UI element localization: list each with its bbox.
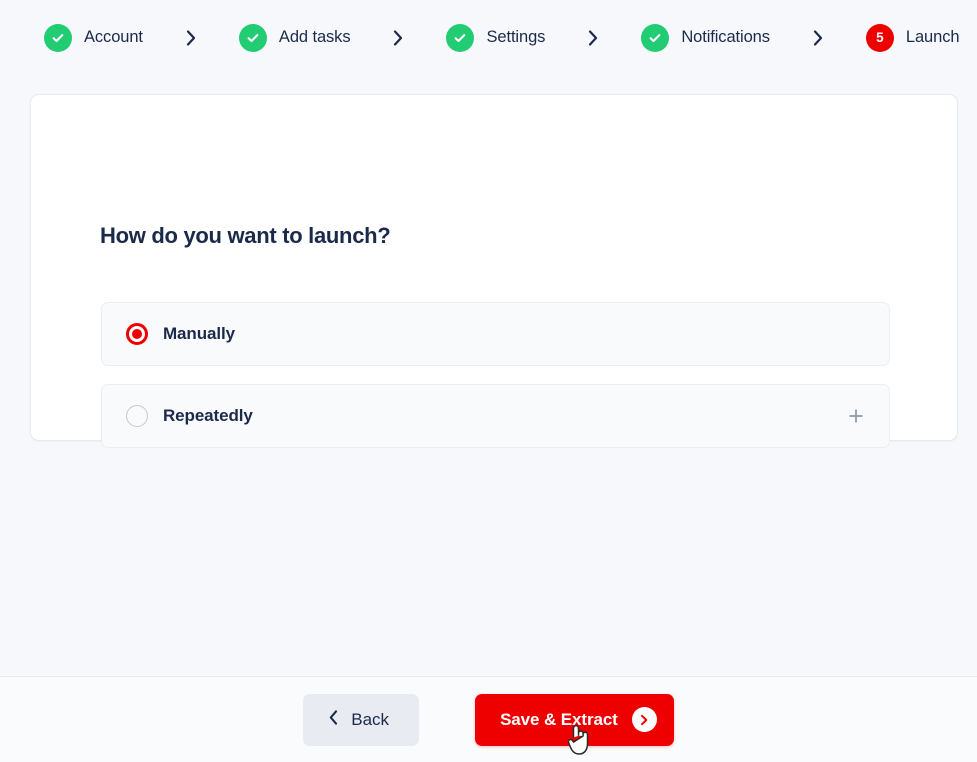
back-button-label: Back: [351, 709, 390, 729]
chevron-right-icon: [770, 29, 866, 46]
step-notifications[interactable]: Notifications: [641, 23, 770, 52]
step-settings[interactable]: Settings: [446, 23, 546, 52]
check-icon: [44, 23, 72, 52]
option-manually[interactable]: Manually: [101, 302, 890, 366]
check-icon: [238, 23, 267, 52]
step-label: Launch: [905, 28, 960, 46]
page-title: How do you want to launch?: [100, 223, 391, 248]
launch-mode-radio-group: Manually Repeatedly: [101, 302, 890, 448]
chevron-left-icon: [329, 709, 338, 730]
save-and-extract-label: Save & Extract: [500, 709, 618, 729]
step-label: Notifications: [681, 28, 770, 46]
plus-icon[interactable]: [845, 405, 867, 427]
option-label: Manually: [163, 324, 235, 343]
wizard-footer: Back Save & Extract: [0, 676, 977, 762]
main-content-area: How do you want to launch? Manually Repe…: [0, 75, 977, 675]
chevron-right-icon: [143, 29, 239, 46]
onboarding-stepper: Account Add tasks Settings Notifications…: [0, 0, 977, 75]
step-label: Settings: [486, 28, 546, 46]
step-label: Account: [84, 28, 143, 46]
radio-repeatedly[interactable]: [126, 405, 148, 427]
save-and-extract-button[interactable]: Save & Extract: [475, 693, 674, 746]
step-number: 5: [876, 29, 884, 45]
chevron-right-icon: [350, 29, 446, 46]
step-label: Add tasks: [278, 28, 351, 46]
check-icon: [446, 23, 475, 52]
option-repeatedly[interactable]: Repeatedly: [101, 384, 890, 448]
radio-manually[interactable]: [126, 323, 148, 345]
back-button[interactable]: Back: [303, 693, 420, 746]
step-add-tasks[interactable]: Add tasks: [238, 23, 351, 52]
chevron-right-icon: [545, 29, 641, 46]
step-account[interactable]: Account: [44, 23, 143, 52]
step-launch[interactable]: 5 Launch: [865, 23, 960, 52]
check-icon: [641, 23, 670, 52]
option-label: Repeatedly: [163, 406, 253, 425]
step-number-badge: 5: [865, 23, 894, 52]
chevron-right-circle-icon: [631, 707, 657, 732]
launch-options-card: How do you want to launch? Manually Repe…: [30, 94, 958, 448]
